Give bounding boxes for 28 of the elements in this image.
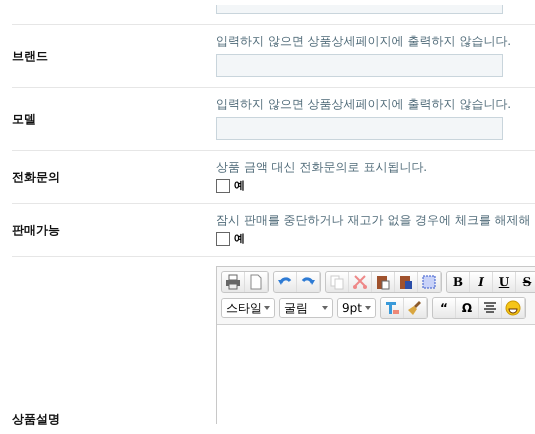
format-button[interactable]: U — [493, 272, 516, 292]
field-hint: 잠시 판매를 중단하거나 재고가 없을 경우에 체크를 해제해 — [216, 212, 532, 228]
symbol-button[interactable]: Ω — [456, 298, 479, 318]
format-button[interactable]: I — [470, 272, 493, 292]
field-label: 전화문의 — [12, 168, 60, 186]
dropdown[interactable]: 굴림 — [279, 298, 333, 318]
caret-icon — [322, 306, 328, 310]
dropdown[interactable]: 9pt — [337, 298, 376, 318]
field-label: 브랜드 — [12, 48, 48, 64]
field-label: 모델 — [12, 110, 36, 128]
dropdown[interactable]: 스타일 — [221, 298, 275, 318]
field-hint: 상품 금액 대신 전화문의로 표시됩니다. — [216, 159, 428, 175]
field-hint: 입력하지 않으면 상품상세페이지에 출력하지 않습니다. — [216, 33, 512, 49]
symbol-button[interactable]: “ — [433, 298, 456, 318]
checkbox[interactable] — [216, 178, 230, 192]
format-button[interactable]: S — [516, 272, 535, 292]
format-button[interactable]: B — [447, 272, 470, 292]
text-field[interactable] — [216, 54, 503, 77]
checkbox[interactable] — [216, 232, 230, 246]
text-field[interactable] — [216, 117, 503, 140]
text-field[interactable] — [216, 5, 503, 14]
field-label: 상품설명 — [12, 411, 60, 428]
field-label: 판매가능 — [12, 222, 60, 238]
field-hint: 입력하지 않으면 상품상세페이지에 출력하지 않습니다. — [216, 96, 512, 112]
checkbox-label: 예 — [234, 231, 245, 246]
caret-icon — [365, 306, 371, 310]
checkbox-label: 예 — [234, 178, 245, 193]
caret-icon — [264, 306, 270, 310]
